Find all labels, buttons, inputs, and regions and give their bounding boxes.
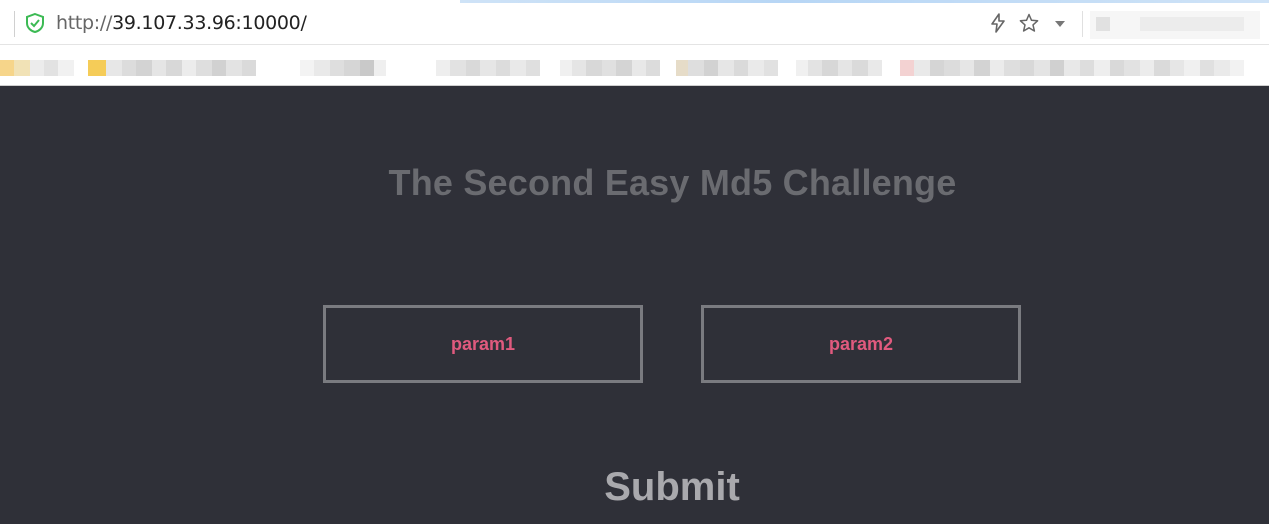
browser-chrome: http://39.107.33.96:10000/ [0, 0, 1269, 86]
bookmark-item-blurred[interactable] [436, 60, 540, 76]
address-bar[interactable]: http://39.107.33.96:10000/ [0, 3, 1269, 45]
param2-input[interactable] [701, 305, 1021, 383]
star-icon[interactable] [1019, 13, 1039, 33]
bookmark-item-blurred[interactable] [676, 60, 778, 76]
shield-check-icon[interactable] [25, 13, 45, 33]
bookmark-item-blurred[interactable] [0, 60, 74, 76]
bookmark-item-blurred[interactable] [88, 60, 256, 76]
bookmark-item-blurred[interactable] [900, 60, 1244, 76]
bookmark-item-blurred[interactable] [560, 60, 660, 76]
search-divider [1082, 11, 1083, 37]
bookmark-item-blurred[interactable] [300, 60, 386, 76]
search-engine-icon [1096, 17, 1110, 31]
search-box-blurred[interactable] [1090, 11, 1260, 39]
page-title: The Second Easy Md5 Challenge [388, 162, 957, 203]
url-host: 39.107.33.96:10000/ [112, 12, 307, 34]
search-placeholder-blurred [1140, 17, 1244, 31]
submit-button[interactable]: Submit [572, 462, 772, 512]
page-content: The Second Easy Md5 Challenge Submit [0, 86, 1269, 524]
url-protocol: http:// [56, 12, 113, 34]
url-text[interactable]: http://39.107.33.96:10000/ [56, 12, 307, 34]
param1-input[interactable] [323, 305, 643, 383]
chevron-down-icon[interactable] [1055, 21, 1065, 27]
address-divider [14, 11, 15, 37]
bookmark-item-blurred[interactable] [796, 60, 882, 76]
bookmarks-bar [0, 45, 1269, 85]
bolt-icon[interactable] [989, 13, 1007, 33]
